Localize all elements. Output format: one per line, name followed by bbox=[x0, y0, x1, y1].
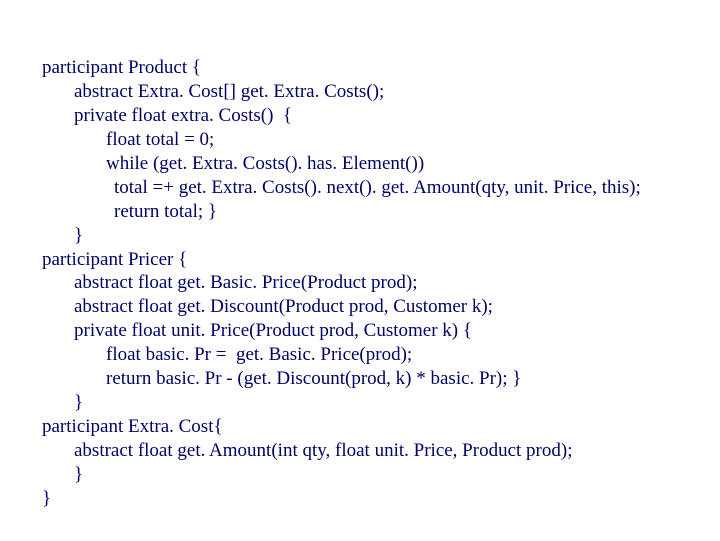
code-line: participant Extra. Cost{ bbox=[42, 415, 690, 439]
code-line: return basic. Pr - (get. Discount(prod, … bbox=[106, 367, 690, 391]
code-line: } bbox=[74, 391, 690, 415]
code-line: } bbox=[42, 487, 690, 511]
code-line: } bbox=[74, 463, 690, 487]
code-line: private float unit. Price(Product prod, … bbox=[74, 319, 690, 343]
code-line: float total = 0; bbox=[106, 128, 690, 152]
code-line: abstract Extra. Cost[] get. Extra. Costs… bbox=[74, 80, 690, 104]
code-line: return total; } bbox=[114, 200, 690, 224]
code-line: private float extra. Costs() { bbox=[74, 104, 690, 128]
code-line: abstract float get. Discount(Product pro… bbox=[74, 295, 690, 319]
code-line: total =+ get. Extra. Costs(). next(). ge… bbox=[114, 176, 690, 200]
code-line: abstract float get. Amount(int qty, floa… bbox=[74, 439, 690, 463]
code-slide: participant Product { abstract Extra. Co… bbox=[0, 0, 720, 541]
code-line: participant Product { bbox=[42, 56, 690, 80]
code-line: while (get. Extra. Costs(). has. Element… bbox=[106, 152, 690, 176]
code-line: abstract float get. Basic. Price(Product… bbox=[74, 271, 690, 295]
code-line: participant Pricer { bbox=[42, 248, 690, 272]
code-line: float basic. Pr = get. Basic. Price(prod… bbox=[106, 343, 690, 367]
code-line: } bbox=[74, 224, 690, 248]
